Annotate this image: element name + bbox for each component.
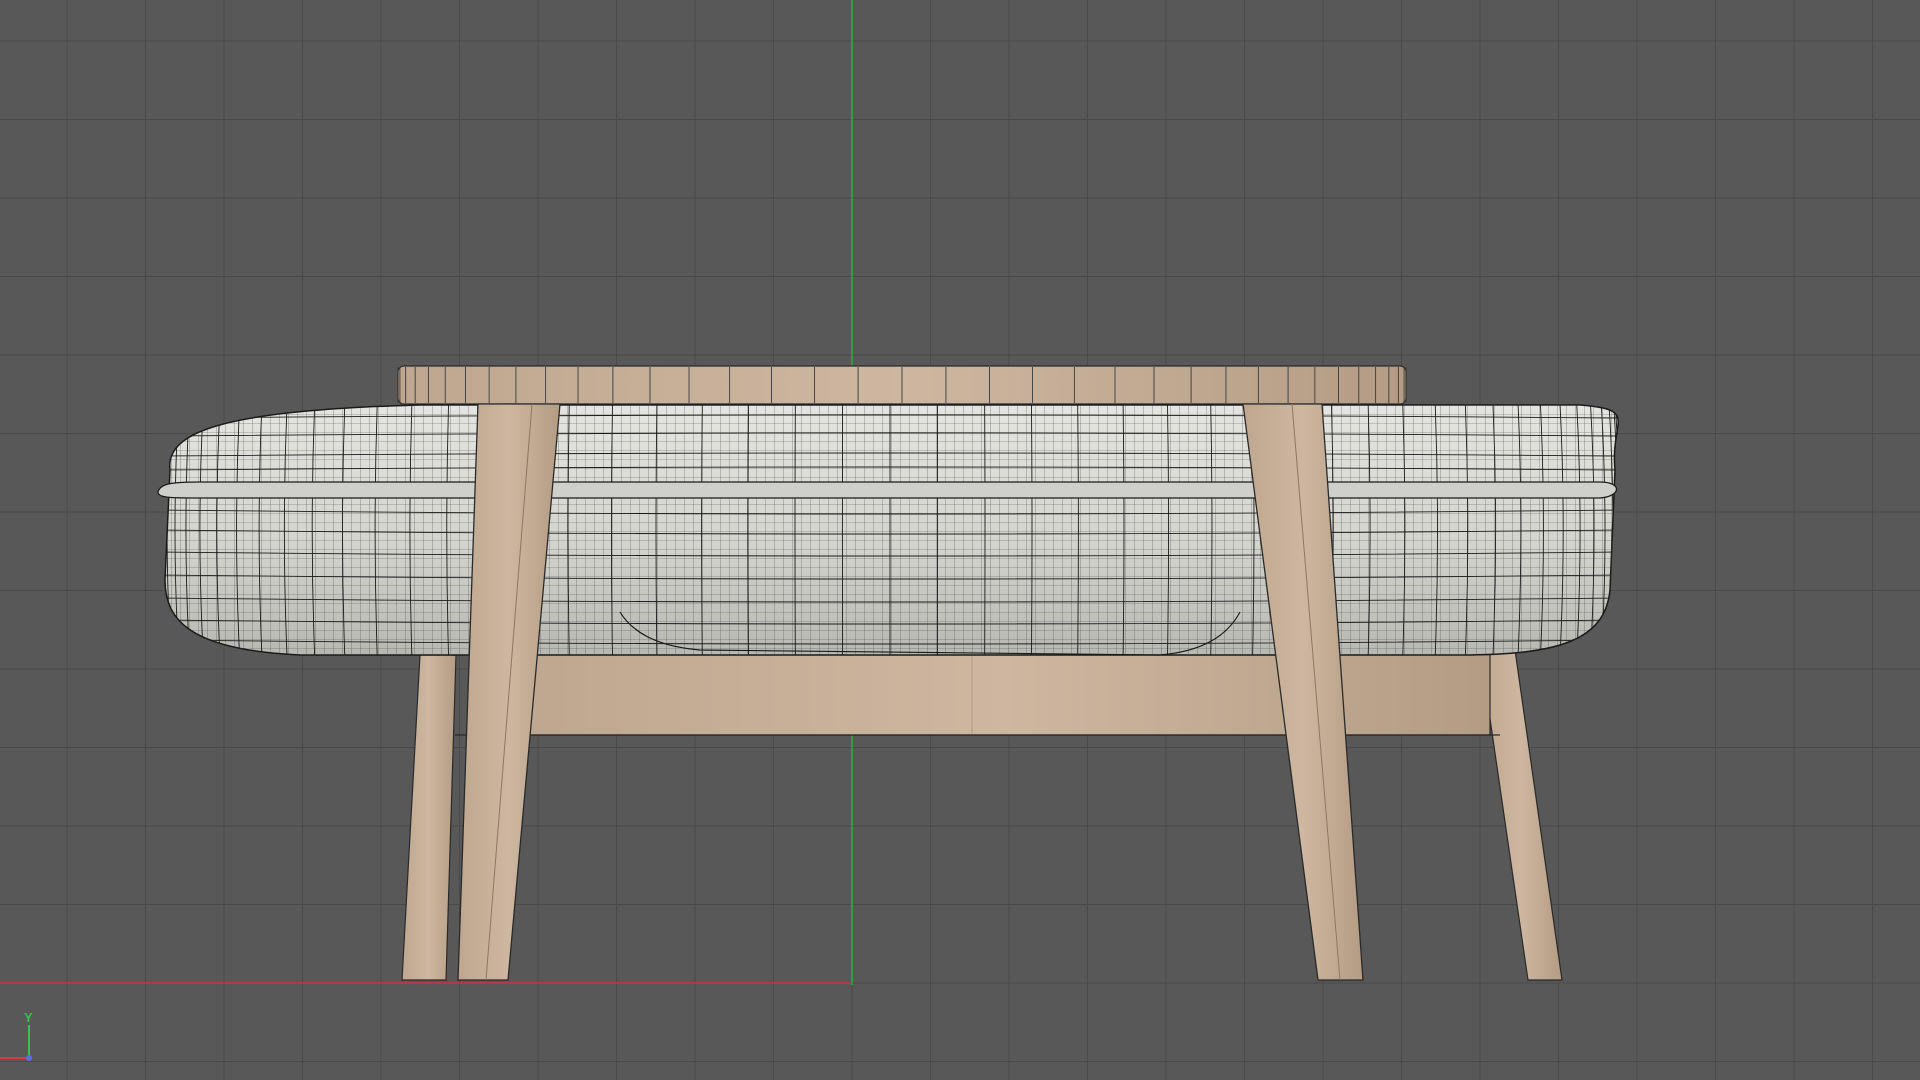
cushion-piping [157, 481, 1618, 499]
back-leg-right [1479, 649, 1563, 981]
axis-gizmo: Y [0, 1010, 33, 1061]
cushion [157, 404, 1619, 656]
gizmo-y-label: Y [24, 1010, 33, 1025]
viewport-canvas[interactable]: Y [0, 0, 1920, 1080]
3d-viewport[interactable]: Y [0, 0, 1920, 1080]
ottoman-model[interactable] [157, 365, 1620, 981]
back-leg-left [401, 654, 457, 981]
